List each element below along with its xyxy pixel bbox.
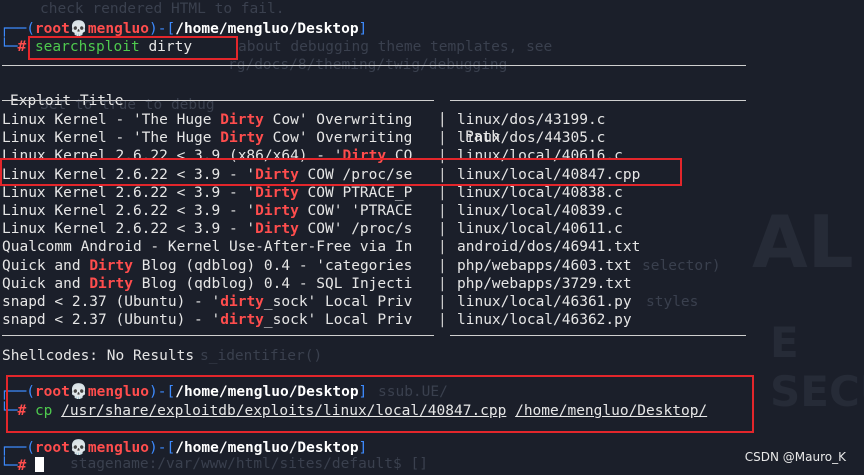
exploit-title: Linux Kernel 2.6.22 < 3.9 - 'Dirty COW P…: [2, 184, 413, 201]
table-top-rule: [2, 65, 746, 66]
exploit-title: Linux Kernel 2.6.22 < 3.9 - 'Dirty COW' …: [2, 203, 413, 219]
result-row: Linux Kernel 2.6.22 < 3.9 - 'Dirty COW P…: [2, 184, 623, 201]
highlight-box-command: [28, 36, 238, 60]
exploit-title: snapd < 2.37 (Ubuntu) - 'dirty_sock' Loc…: [2, 312, 413, 329]
exploit-title: Quick and Dirty Blog (qdblog) 0.4 - 'cat…: [2, 257, 413, 274]
exploit-path: linux/local/40839.c: [457, 203, 623, 219]
result-row: Linux Kernel 2.6.22 < 3.9 - 'Dirty COW' …: [2, 221, 623, 238]
exploit-title: Linux Kernel - 'The Huge Dirty Cow' Over…: [2, 130, 413, 147]
highlight-box-cp-command: [6, 375, 754, 433]
exploit-title: Linux Kernel - 'The Huge Dirty Cow' Over…: [2, 112, 413, 128]
exploit-path: linux/local/46361.py: [457, 294, 632, 310]
terminal[interactable]: ┌──(root💀mengluo)-[/home/mengluo/Desktop…: [0, 0, 864, 474]
exploit-path: linux/dos/44305.c: [457, 130, 606, 147]
exploit-title: Qualcomm Android - Kernel Use-After-Free…: [2, 239, 413, 256]
result-row: Linux Kernel 2.6.22 < 3.9 - 'Dirty COW' …: [2, 203, 623, 219]
table-bottom-rule: [2, 335, 434, 336]
prompt-header: ┌──(root💀mengluo)-[/home/mengluo/Desktop…: [0, 440, 368, 456]
exploit-path: linux/local/46362.py: [457, 312, 632, 329]
exploit-title: Linux Kernel 2.6.22 < 3.9 - 'Dirty COW' …: [2, 221, 413, 238]
exploit-path: linux/local/40838.c: [457, 184, 623, 201]
watermark: CSDN @Mauro_K: [744, 450, 846, 464]
result-row: Linux Kernel - 'The Huge Dirty Cow' Over…: [2, 112, 606, 128]
result-row: Quick and Dirty Blog (qdblog) 0.4 - 'cat…: [2, 257, 632, 274]
skull-icon: 💀: [69, 21, 88, 37]
text-cursor: [34, 457, 44, 472]
prompt-input-line[interactable]: └─#: [0, 457, 44, 475]
exploit-title: Quick and Dirty Blog (qdblog) 0.4 - SQL …: [2, 275, 413, 292]
result-row: Quick and Dirty Blog (qdblog) 0.4 - SQL …: [2, 275, 632, 292]
exploit-path: android/dos/46941.txt: [457, 239, 641, 256]
exploit-path: php/webapps/4603.txt: [457, 257, 632, 274]
header-exploit-title: Exploit Title: [10, 93, 124, 109]
table-header: Exploit Title | Path: [10, 93, 500, 145]
highlight-box-40847-row: [0, 158, 682, 186]
skull-icon: 💀: [69, 440, 88, 456]
result-row: Linux Kernel - 'The Huge Dirty Cow' Over…: [2, 130, 606, 147]
table-header-rule: [2, 100, 434, 101]
result-row: snapd < 2.37 (Ubuntu) - 'dirty_sock' Loc…: [2, 294, 632, 310]
exploit-path: linux/local/40611.c: [457, 221, 623, 238]
exploit-path: php/webapps/3729.txt: [457, 275, 632, 292]
table-header-rule: [450, 100, 746, 101]
result-row: snapd < 2.37 (Ubuntu) - 'dirty_sock' Loc…: [2, 312, 632, 329]
shellcodes-status: Shellcodes: No Results: [2, 348, 195, 364]
exploit-path: linux/dos/43199.c: [457, 112, 606, 128]
result-row: Qualcomm Android - Kernel Use-After-Free…: [2, 239, 641, 256]
exploit-title: snapd < 2.37 (Ubuntu) - 'dirty_sock' Loc…: [2, 294, 413, 310]
table-bottom-rule: [450, 335, 746, 336]
